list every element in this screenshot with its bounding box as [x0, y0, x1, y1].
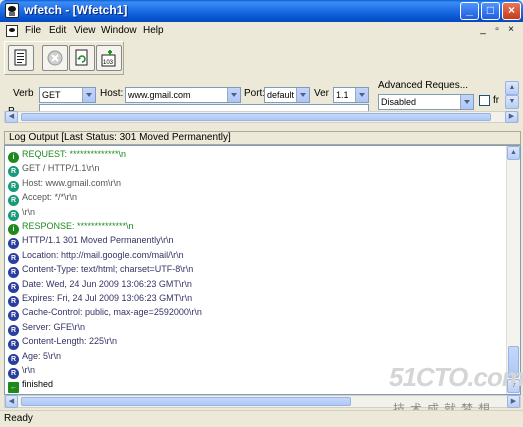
version-value: 1.1	[336, 90, 349, 100]
log-output-header: Log Output [Last Status: 301 Moved Perma…	[4, 131, 521, 145]
log-line: R Expires: Fri, 24 Jul 2009 13:06:23 GMT\…	[8, 291, 193, 307]
log-line: R Age: 5\r\n	[8, 349, 62, 365]
scroll-thumb[interactable]	[21, 113, 491, 121]
log-line-text: HTTP/1.1 301 Moved Permanently\r\n	[22, 235, 174, 246]
advanced-request-combo[interactable]: Disabled	[378, 94, 474, 110]
scroll-right-button[interactable]: ▶	[505, 111, 518, 123]
refresh-icon	[75, 49, 88, 66]
log-line-text: Cache-Control: public, max-age=2592000\r…	[22, 307, 202, 318]
menu-view[interactable]: View	[74, 25, 96, 36]
title-bar[interactable]: wfetch - [Wfetch1] _ □ ×	[0, 0, 523, 22]
watermark-logo: 51CTO.com	[389, 362, 523, 392]
stop-icon	[47, 50, 63, 66]
host-combo[interactable]: www.gmail.com	[125, 87, 241, 103]
advanced-request-label: Advanced Reques...	[378, 80, 469, 91]
log-line-text: Location: http://mail.google.com/mail/\r…	[22, 249, 184, 260]
log-line-text: Accept: */*\r\n	[22, 192, 78, 203]
refresh-button[interactable]	[69, 45, 95, 71]
menu-edit[interactable]: Edit	[49, 25, 66, 36]
new-request-icon	[14, 49, 27, 66]
log-line-text: finished	[22, 379, 54, 390]
log-line-text: Date: Wed, 24 Jun 2009 13:06:23 GMT\r\n	[22, 278, 192, 289]
version-combo[interactable]: 1.1	[333, 87, 369, 103]
host-value: www.gmail.com	[128, 90, 191, 100]
log-line-text: Host: www.gmail.com\r\n	[22, 177, 122, 188]
log-line: R Date: Wed, 24 Jun 2009 13:06:23 GMT\r\n	[8, 277, 192, 293]
log-line-text: \r\n	[22, 365, 36, 375]
host-label: Host:	[100, 88, 124, 99]
log-output-pane[interactable]: i REQUEST: **************\n R GET / HTTP/1.…	[4, 145, 521, 395]
log-line-text: GET / HTTP/1.1\r\n	[22, 163, 100, 174]
log-line: i RESPONSE: **************\n	[8, 219, 134, 235]
status-bar: Ready	[0, 410, 523, 427]
log-line-text: Content-Length: 225\r\n	[22, 336, 118, 347]
log-line-text: Age: 5\r\n	[22, 350, 62, 361]
log-line: i REQUEST: **************\n	[8, 147, 127, 163]
log-line-text: RESPONSE: **************\n	[22, 221, 134, 231]
chevron-down-icon[interactable]	[82, 88, 95, 102]
request-bar: Verb GET Host: www.gmail.com Port: defau…	[4, 78, 521, 126]
port-label: Port:	[244, 88, 266, 99]
arrow-left-icon: ←	[8, 382, 19, 394]
log-line-text: Server: GFE\r\n	[22, 321, 86, 332]
log-vertical-scrollbar[interactable]: ▲ ▼	[506, 146, 520, 394]
scroll-down-button[interactable]: ▼	[505, 95, 519, 109]
maximize-button[interactable]: □	[481, 2, 500, 20]
advanced-request-value: Disabled	[381, 97, 417, 107]
port-value: default	[267, 90, 295, 100]
log-line: R Location: http://mail.google.com/mail/\…	[8, 248, 184, 264]
verb-combo[interactable]: GET	[39, 87, 96, 103]
mdi-document-icon[interactable]	[6, 25, 18, 37]
log-line-text: REQUEST: **************\n	[22, 149, 127, 159]
log-line: R Cache-Control: public, max-age=2592000\…	[8, 305, 202, 322]
log-line: R Content-Length: 225\r\n	[8, 334, 118, 351]
log-line: R Content-Type: text/html; charset=UTF-8\…	[8, 262, 194, 279]
svg-text:103: 103	[103, 60, 114, 66]
window-title: wfetch - [Wfetch1]	[24, 3, 128, 17]
mdi-close-button[interactable]: ×	[505, 24, 517, 35]
menu-window[interactable]: Window	[101, 25, 137, 36]
chevron-down-icon[interactable]	[296, 88, 309, 102]
open-connection-button[interactable]: 103	[96, 45, 122, 71]
mdi-minimize-button[interactable]: _	[477, 24, 489, 35]
mdi-restore-button[interactable]: ▫	[491, 24, 503, 35]
log-line: R \r\n	[8, 205, 36, 221]
toolbar: 103	[4, 41, 124, 75]
log-line-text: \r\n	[22, 206, 36, 217]
status-text: Ready	[4, 413, 33, 424]
chevron-down-icon[interactable]	[460, 95, 473, 109]
scroll-left-button[interactable]: ◀	[5, 395, 18, 408]
verb-value: GET	[42, 90, 61, 100]
chevron-down-icon[interactable]	[355, 88, 368, 102]
log-line: R Server: GFE\r\n	[8, 320, 86, 336]
close-button[interactable]: ×	[502, 2, 521, 20]
log-line: ← finished	[8, 377, 54, 394]
scroll-right-button[interactable]: ▶	[507, 395, 520, 408]
scroll-up-button[interactable]: ▲	[507, 146, 520, 160]
log-line: R GET / HTTP/1.1\r\n	[8, 161, 100, 178]
log-line: R HTTP/1.1 301 Moved Permanently\r\n	[8, 233, 174, 250]
menu-bar: File Edit View Window Help _ ▫ ×	[0, 22, 523, 40]
port-combo[interactable]: default	[264, 87, 310, 103]
log-line: R \r\n	[8, 363, 36, 379]
scroll-up-button[interactable]: ▲	[505, 81, 519, 95]
minimize-button[interactable]: _	[460, 2, 479, 20]
option-checkbox[interactable]	[479, 95, 490, 106]
stop-button[interactable]	[42, 45, 68, 71]
scroll-left-button[interactable]: ◀	[5, 111, 18, 123]
log-line: R Accept: */*\r\n	[8, 190, 78, 207]
verb-label: Verb	[13, 88, 34, 99]
app-icon[interactable]	[5, 3, 19, 18]
menu-file[interactable]: File	[25, 25, 41, 36]
chevron-down-icon[interactable]	[227, 88, 240, 102]
log-line-text: Expires: Fri, 24 Jul 2009 13:06:23 GMT\r…	[22, 293, 193, 303]
scroll-thumb[interactable]	[21, 397, 351, 406]
log-line: R Host: www.gmail.com\r\n	[8, 176, 122, 192]
log-line-text: Content-Type: text/html; charset=UTF-8\r…	[22, 264, 194, 275]
open-connection-icon: 103	[101, 50, 116, 67]
request-horizontal-scrollbar[interactable]: ◀ ▶	[4, 111, 519, 123]
menu-help[interactable]: Help	[143, 25, 164, 36]
version-label: Ver	[314, 88, 330, 99]
new-request-button[interactable]	[8, 45, 34, 71]
